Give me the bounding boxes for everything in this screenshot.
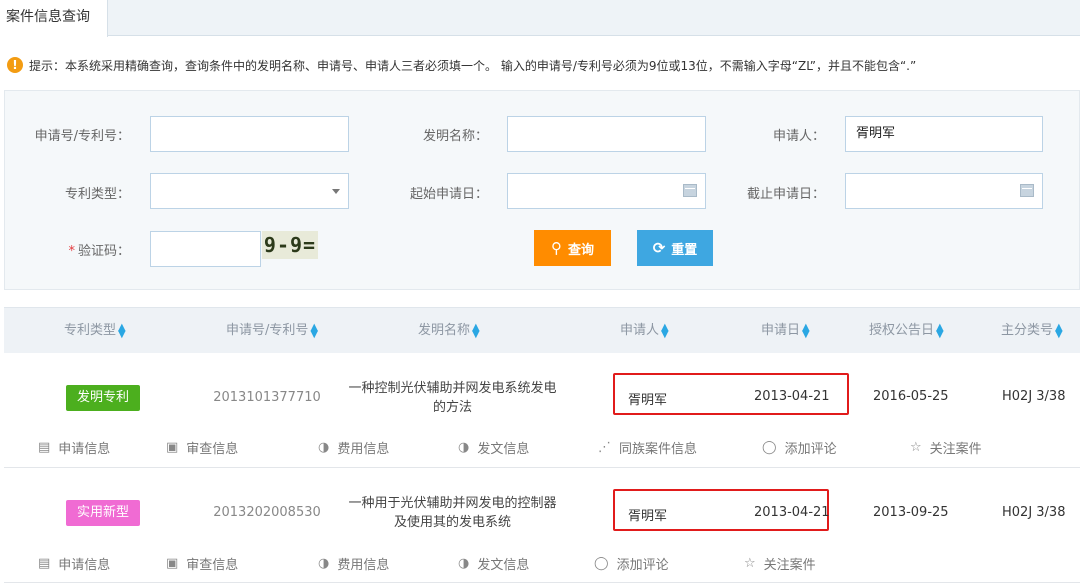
row-divider [4,582,1080,583]
invention-name-input[interactable] [507,116,706,152]
action-add-comment[interactable]: ◯ 添加评论 [762,438,837,457]
header-app-no[interactable]: 申请号/专利号 ▲ ▼ [226,308,318,354]
patent-type-badge: 发明专利 [66,385,140,411]
action-fee-info[interactable]: ◑ 费用信息 [318,554,389,573]
grant-date-cell: 2016-05-25 [873,389,949,404]
end-date-label: 截止申请日： [746,187,825,202]
money-bag-icon: ◑ [318,440,330,455]
sort-icon: ▲ ▼ [118,321,126,340]
tab-case-query[interactable]: 案件信息查询 [0,0,108,37]
start-date-input[interactable] [507,173,706,209]
calendar-icon[interactable] [1020,184,1034,197]
sort-icon: ▲ ▼ [310,321,319,340]
results-table-header: 专利类型 ▲ ▼ 申请号/专利号 ▲ ▼ 发明名称 ▲ ▼ 申请人 ▲ ▼ 申请日 ▲ ▼ 授权公告… [4,307,1080,353]
tip-text: 提示：本系统采用精确查询，查询条件中的发明名称、申请号、申请人三者必须填一个。 … [29,58,917,73]
comment-icon: ◯ [594,556,609,571]
action-follow-case[interactable]: ☆ 关注案件 [910,438,982,457]
sort-icon: ▲ ▼ [472,321,480,340]
start-date-label: 起始申请日： [409,187,488,202]
query-button[interactable]: ⚲ 查询 [534,230,611,266]
action-add-comment[interactable]: ◯ 添加评论 [594,554,669,573]
app-no-input[interactable] [150,116,349,152]
end-date-input[interactable] [845,173,1043,209]
header-patent-type[interactable]: 专利类型 ▲ ▼ [64,308,126,354]
money-bag-icon: ◑ [458,556,470,571]
captcha-image[interactable]: 9-9= [262,231,318,259]
action-fee-info[interactable]: ◑ 费用信息 [318,438,389,457]
share-icon: ⋰ [598,440,611,455]
chevron-down-icon [332,189,340,194]
sort-icon: ▲ ▼ [661,321,669,340]
sort-icon: ▲ ▼ [1055,321,1063,340]
action-follow-case[interactable]: ☆ 关注案件 [744,554,816,573]
action-app-info[interactable]: ▤ 申请信息 [38,438,110,457]
invention-title-cell[interactable]: 一种控制光伏辅助并网发电系统发电 的方法 [340,379,565,417]
action-app-info[interactable]: ▤ 申请信息 [38,554,110,573]
applicant-input[interactable]: 胥明军 [845,116,1043,152]
comment-icon: ◯ [762,440,777,455]
reset-button[interactable]: ⟳ 重置 [637,230,713,266]
row-divider [4,467,1080,468]
app-no-cell[interactable]: 2013202008530 [212,505,322,520]
action-exam-info[interactable]: ▣ 审查信息 [166,554,238,573]
ipc-cell: H02J 3/38 [1002,505,1066,520]
invention-title-cell[interactable]: 一种用于光伏辅助并网发电的控制器 及使用其的发电系统 [340,494,565,532]
tip-banner: ! 提示：本系统采用精确查询，查询条件中的发明名称、申请号、申请人三者必须填一个… [7,56,916,74]
app-date-cell: 2013-04-21 [754,505,830,520]
action-notice-info[interactable]: ◑ 发文信息 [458,554,529,573]
money-bag-icon: ◑ [318,556,330,571]
star-icon: ☆ [744,556,756,571]
star-icon: ☆ [910,440,922,455]
applicant-label: 申请人： [772,129,825,144]
patent-type-label: 专利类型： [64,187,130,202]
header-grant-date[interactable]: 授权公告日 ▲ ▼ [869,308,944,354]
header-applicant[interactable]: 申请人 ▲ ▼ [620,308,669,354]
calendar-icon[interactable] [683,184,697,197]
header-app-date[interactable]: 申请日 ▲ ▼ [761,308,810,354]
refresh-icon: ⟳ [652,239,666,257]
app-date-cell: 2013-04-21 [754,389,830,404]
ipc-cell: H02J 3/38 [1002,389,1066,404]
action-exam-info[interactable]: ▣ 审查信息 [166,438,238,457]
patent-type-select[interactable] [150,173,349,209]
action-notice-info[interactable]: ◑ 发文信息 [458,438,529,457]
app-no-label: 申请号/专利号： [34,129,130,144]
sort-icon: ▲ ▼ [936,321,944,340]
patent-type-badge: 实用新型 [66,500,140,526]
applicant-cell: 胥明军 [628,509,668,524]
document-icon: ▤ [38,440,51,455]
sort-icon: ▲ ▼ [802,321,810,340]
grant-date-cell: 2013-09-25 [873,505,949,520]
header-ipc[interactable]: 主分类号 ▲ ▼ [1001,308,1063,354]
document-icon: ▤ [38,556,51,571]
tab-bar [0,0,1080,36]
captcha-label: * 验证码： [68,244,130,259]
required-star: * [68,244,75,259]
review-icon: ▣ [166,440,179,455]
warning-icon: ! [7,57,23,73]
review-icon: ▣ [166,556,179,571]
action-family-info[interactable]: ⋰ 同族案件信息 [598,438,697,457]
app-no-cell[interactable]: 2013101377710 [212,390,322,405]
invention-name-label: 发明名称： [422,129,488,144]
applicant-cell: 胥明军 [628,393,668,408]
header-invention-name[interactable]: 发明名称 ▲ ▼ [418,308,480,354]
search-icon: ⚲ [550,239,562,257]
captcha-input[interactable] [150,231,261,267]
money-bag-icon: ◑ [458,440,470,455]
